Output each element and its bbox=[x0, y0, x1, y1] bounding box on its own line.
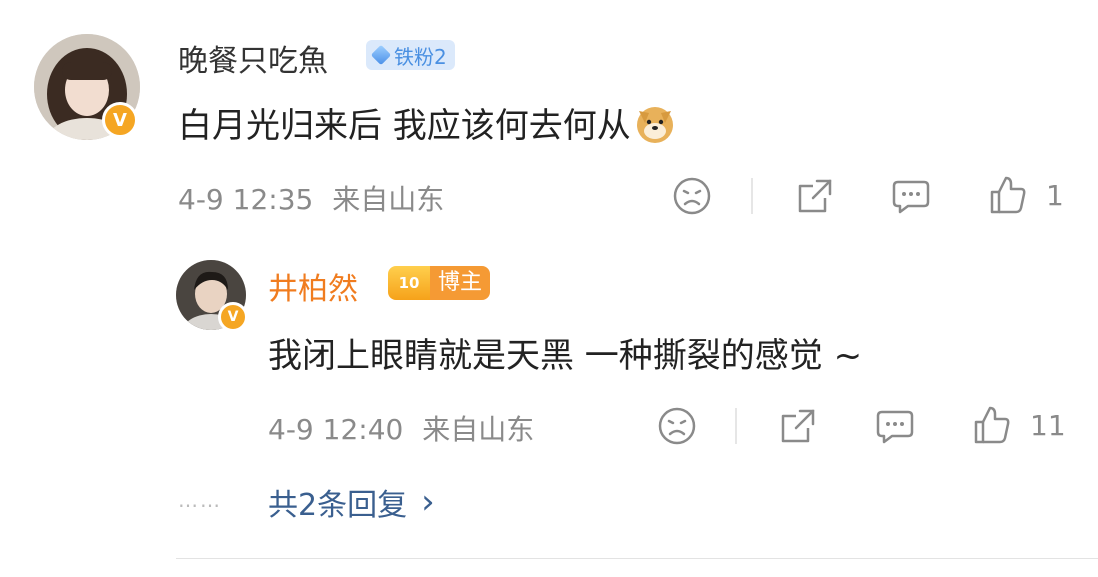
reply-time: 4-9 12:40 bbox=[268, 413, 404, 446]
replier-username[interactable]: 井柏然 bbox=[268, 264, 358, 308]
share-icon[interactable] bbox=[795, 176, 835, 216]
like-thumb-icon[interactable] bbox=[972, 404, 1012, 446]
comment-icon[interactable] bbox=[874, 406, 916, 446]
blogger-badge: 10 博主 bbox=[388, 266, 491, 300]
doge-emoji-icon bbox=[636, 106, 673, 143]
blogger-badge-label: 博主 bbox=[430, 266, 491, 300]
commenter-username[interactable]: 晚餐只吃魚 bbox=[178, 36, 328, 80]
reply-location: 来自山东 bbox=[422, 413, 535, 446]
fan-level-label: 铁粉2 bbox=[394, 44, 447, 69]
view-more-replies-link[interactable]: 共2条回复 › bbox=[268, 480, 435, 524]
like-thumb-icon[interactable] bbox=[988, 174, 1028, 216]
action-divider bbox=[735, 408, 737, 444]
share-icon[interactable] bbox=[778, 406, 818, 446]
comment-text: 白月光归来后 我应该何去何从 bbox=[178, 98, 677, 147]
comment-meta: 4-9 12:35 来自山东 bbox=[178, 178, 444, 218]
badge-level: 10 bbox=[398, 274, 420, 292]
verified-badge-icon: V bbox=[102, 102, 138, 138]
reply-like-count: 11 bbox=[1030, 409, 1066, 442]
comment-time: 4-9 12:35 bbox=[178, 183, 314, 216]
more-replies-dots: …… bbox=[178, 488, 222, 512]
diamond-icon bbox=[370, 44, 392, 66]
comment-icon[interactable] bbox=[890, 176, 932, 216]
more-replies-label: 共2条回复 bbox=[268, 488, 408, 523]
comment-location: 来自山东 bbox=[332, 183, 445, 216]
chevron-right-icon: › bbox=[421, 482, 435, 522]
comment-text-content: 白月光归来后 我应该何去何从 bbox=[178, 106, 631, 146]
reply-meta: 4-9 12:40 来自山东 bbox=[268, 408, 534, 448]
fan-level-badge: 铁粉2 bbox=[366, 40, 455, 70]
section-divider bbox=[176, 558, 1098, 559]
comment-like-count: 1 bbox=[1046, 179, 1064, 212]
crown-level-icon: 10 bbox=[388, 266, 430, 300]
reply-text: 我闭上眼睛就是天黑 一种撕裂的感觉 ~ bbox=[268, 336, 863, 376]
dislike-face-icon[interactable] bbox=[657, 406, 697, 446]
dislike-face-icon[interactable] bbox=[672, 176, 712, 216]
verified-badge-icon: V bbox=[218, 302, 248, 332]
action-divider bbox=[751, 178, 753, 214]
